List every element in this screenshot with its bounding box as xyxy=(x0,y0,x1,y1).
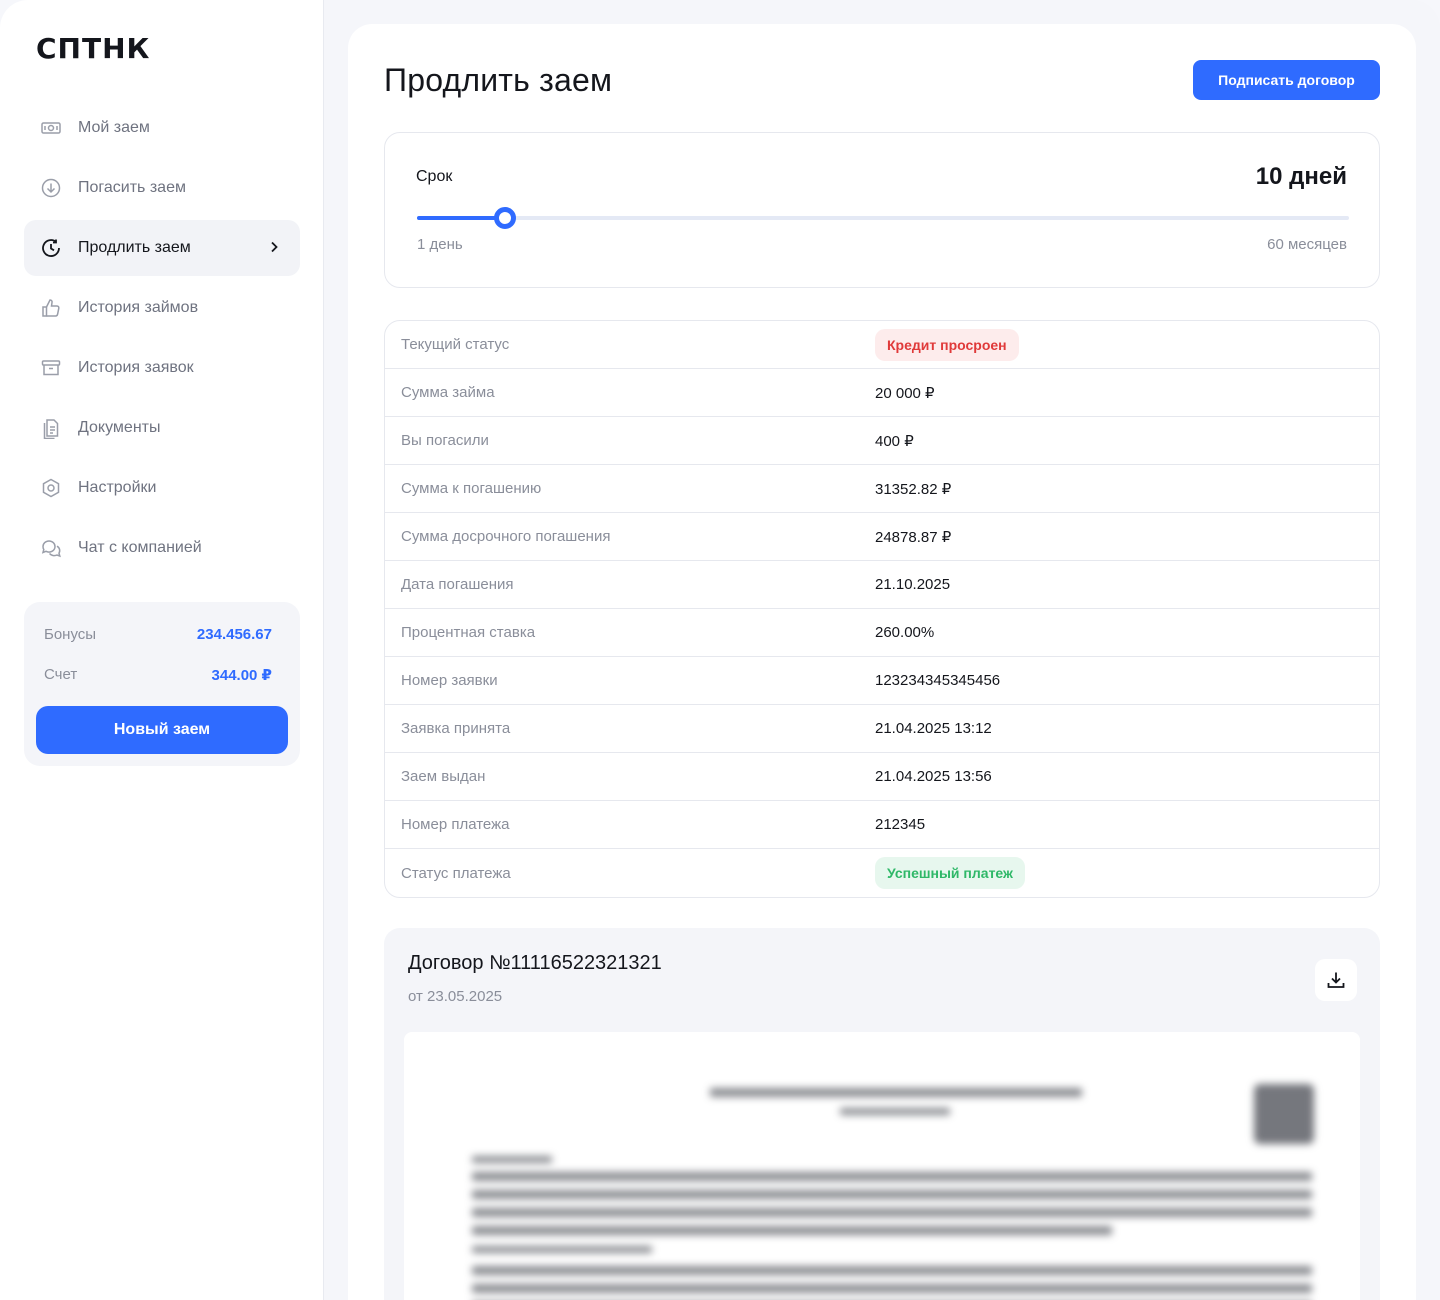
bonuses-label: Бонусы xyxy=(44,626,97,643)
info-key: Заявка принята xyxy=(401,720,511,737)
sidebar-item-label: Погасить заем xyxy=(78,179,186,196)
table-row: Процентная ставка 260.00% xyxy=(385,609,1379,657)
main-panel: Продлить заем Подписать договор Срок 10 … xyxy=(348,24,1416,1300)
thumbs-up-icon xyxy=(40,297,62,319)
info-value: 212345 xyxy=(875,816,926,833)
bonuses-value: 234.456.67 xyxy=(196,626,272,643)
table-row: Сумма к погашению 31352.82 ₽ xyxy=(385,465,1379,513)
account-value: 344.00 ₽ xyxy=(211,667,272,684)
sidebar-item-settings[interactable]: Настройки xyxy=(24,460,300,516)
status-badge: Успешный платеж xyxy=(875,857,1025,889)
clock-refresh-icon xyxy=(40,237,62,259)
sidebar-item-repay-loan[interactable]: Погасить заем xyxy=(24,160,300,216)
page-title: Продлить заем xyxy=(384,62,613,98)
table-row: Статус платежа Успешный платеж xyxy=(385,849,1379,897)
table-row: Сумма досрочного погашения 24878.87 ₽ xyxy=(385,513,1379,561)
contract-preview xyxy=(404,1032,1360,1300)
term-card: Срок 10 дней 1 день 60 месяцев xyxy=(384,132,1380,288)
sidebar: СПТНК Мой заем Погасить заем Продлить за… xyxy=(0,0,324,1300)
info-key: Процентная ставка xyxy=(401,624,536,641)
sidebar-item-documents[interactable]: Документы xyxy=(24,400,300,456)
arrow-down-circle-icon xyxy=(40,177,62,199)
term-slider-handle[interactable] xyxy=(493,207,516,229)
info-value: 20 000 ₽ xyxy=(875,384,935,402)
info-value: 123234345345456 xyxy=(875,672,1001,689)
info-value: 21.04.2025 13:12 xyxy=(875,720,992,737)
chat-icon xyxy=(40,537,62,559)
sidebar-item-application-history[interactable]: История заявок xyxy=(24,340,300,396)
term-slider-fill xyxy=(417,216,505,220)
documents-icon xyxy=(40,417,62,439)
info-value: 21.04.2025 13:56 xyxy=(875,768,992,785)
info-value: 21.10.2025 xyxy=(875,576,951,593)
info-key: Вы погасили xyxy=(401,432,489,449)
info-key: Текущий статус xyxy=(401,336,510,353)
logo: СПТНК xyxy=(36,32,151,65)
info-key: Сумма к погашению xyxy=(401,480,542,497)
download-button[interactable] xyxy=(1315,959,1357,1001)
sidebar-item-label: Документы xyxy=(78,419,161,436)
term-max-label: 60 месяцев xyxy=(1267,236,1347,253)
info-key: Статус платежа xyxy=(401,864,511,882)
sidebar-item-label: Мой заем xyxy=(78,119,150,136)
status-badge: Кредит просроен xyxy=(875,328,1019,361)
sidebar-item-chat[interactable]: Чат с компанией xyxy=(24,520,300,576)
loan-info-table: Текущий статус Кредит просроен Сумма займа… xyxy=(384,320,1380,898)
info-key: Сумма займа xyxy=(401,384,495,401)
term-value: 10 дней xyxy=(1255,163,1347,190)
term-slider[interactable] xyxy=(417,207,1349,229)
bonuses-row: Бонусы 234.456.67 xyxy=(44,626,272,643)
info-value: 24878.87 ₽ xyxy=(875,528,952,546)
sidebar-item-label: История займов xyxy=(78,299,199,316)
archive-icon xyxy=(40,357,62,379)
sidebar-item-extend-loan[interactable]: Продлить заем xyxy=(24,220,300,276)
download-icon xyxy=(1327,972,1345,988)
info-key: Номер заявки xyxy=(401,672,498,689)
table-row: Текущий статус Кредит просроен xyxy=(385,321,1379,369)
table-row: Заявка принята 21.04.2025 13:12 xyxy=(385,705,1379,753)
chevron-right-icon xyxy=(271,241,278,253)
table-row: Номер заявки 123234345345456 xyxy=(385,657,1379,705)
table-row: Вы погасили 400 ₽ xyxy=(385,417,1379,465)
contract-preview-blurred-content xyxy=(404,1032,1360,1300)
banknote-icon xyxy=(40,117,62,139)
info-value: 400 ₽ xyxy=(875,432,914,450)
info-key: Номер платежа xyxy=(401,816,510,833)
info-key: Заем выдан xyxy=(401,768,486,785)
sidebar-item-my-loan[interactable]: Мой заем xyxy=(24,100,300,156)
contract-card: Договор №11116522321321 от 23.05.2025 xyxy=(384,928,1380,1300)
info-key: Сумма досрочного погашения xyxy=(401,528,611,545)
sidebar-nav: Мой заем Погасить заем Продлить заем Ист… xyxy=(24,100,300,580)
account-label: Счет xyxy=(44,666,78,683)
new-loan-button[interactable]: Новый заем xyxy=(36,706,288,754)
table-row: Сумма займа 20 000 ₽ xyxy=(385,369,1379,417)
sidebar-item-label: Настройки xyxy=(78,479,157,496)
app-frame: СПТНК Мой заем Погасить заем Продлить за… xyxy=(0,0,1440,1300)
table-row: Дата погашения 21.10.2025 xyxy=(385,561,1379,609)
term-min-label: 1 день xyxy=(417,236,463,253)
info-value: 260.00% xyxy=(875,624,935,641)
info-key: Дата погашения xyxy=(401,576,514,593)
table-row: Заем выдан 21.04.2025 13:56 xyxy=(385,753,1379,801)
hexagon-settings-icon xyxy=(40,477,62,499)
sign-contract-button[interactable]: Подписать договор xyxy=(1193,60,1380,100)
balance-card: Бонусы 234.456.67 Счет 344.00 ₽ Новый за… xyxy=(24,602,300,766)
sidebar-item-label: Продлить заем xyxy=(78,239,191,256)
info-value: Успешный платеж xyxy=(875,857,1025,889)
table-row: Номер платежа 212345 xyxy=(385,801,1379,849)
term-label: Срок xyxy=(416,168,453,185)
account-row: Счет 344.00 ₽ xyxy=(44,666,272,684)
contract-title: Договор №11116522321321 xyxy=(408,952,662,974)
info-value: Кредит просроен xyxy=(875,328,1019,361)
info-value: 31352.82 ₽ xyxy=(875,480,952,498)
sidebar-item-label: История заявок xyxy=(78,359,194,376)
contract-date: от 23.05.2025 xyxy=(408,988,503,1005)
sidebar-item-label: Чат с компанией xyxy=(78,539,202,556)
sidebar-item-loan-history[interactable]: История займов xyxy=(24,280,300,336)
